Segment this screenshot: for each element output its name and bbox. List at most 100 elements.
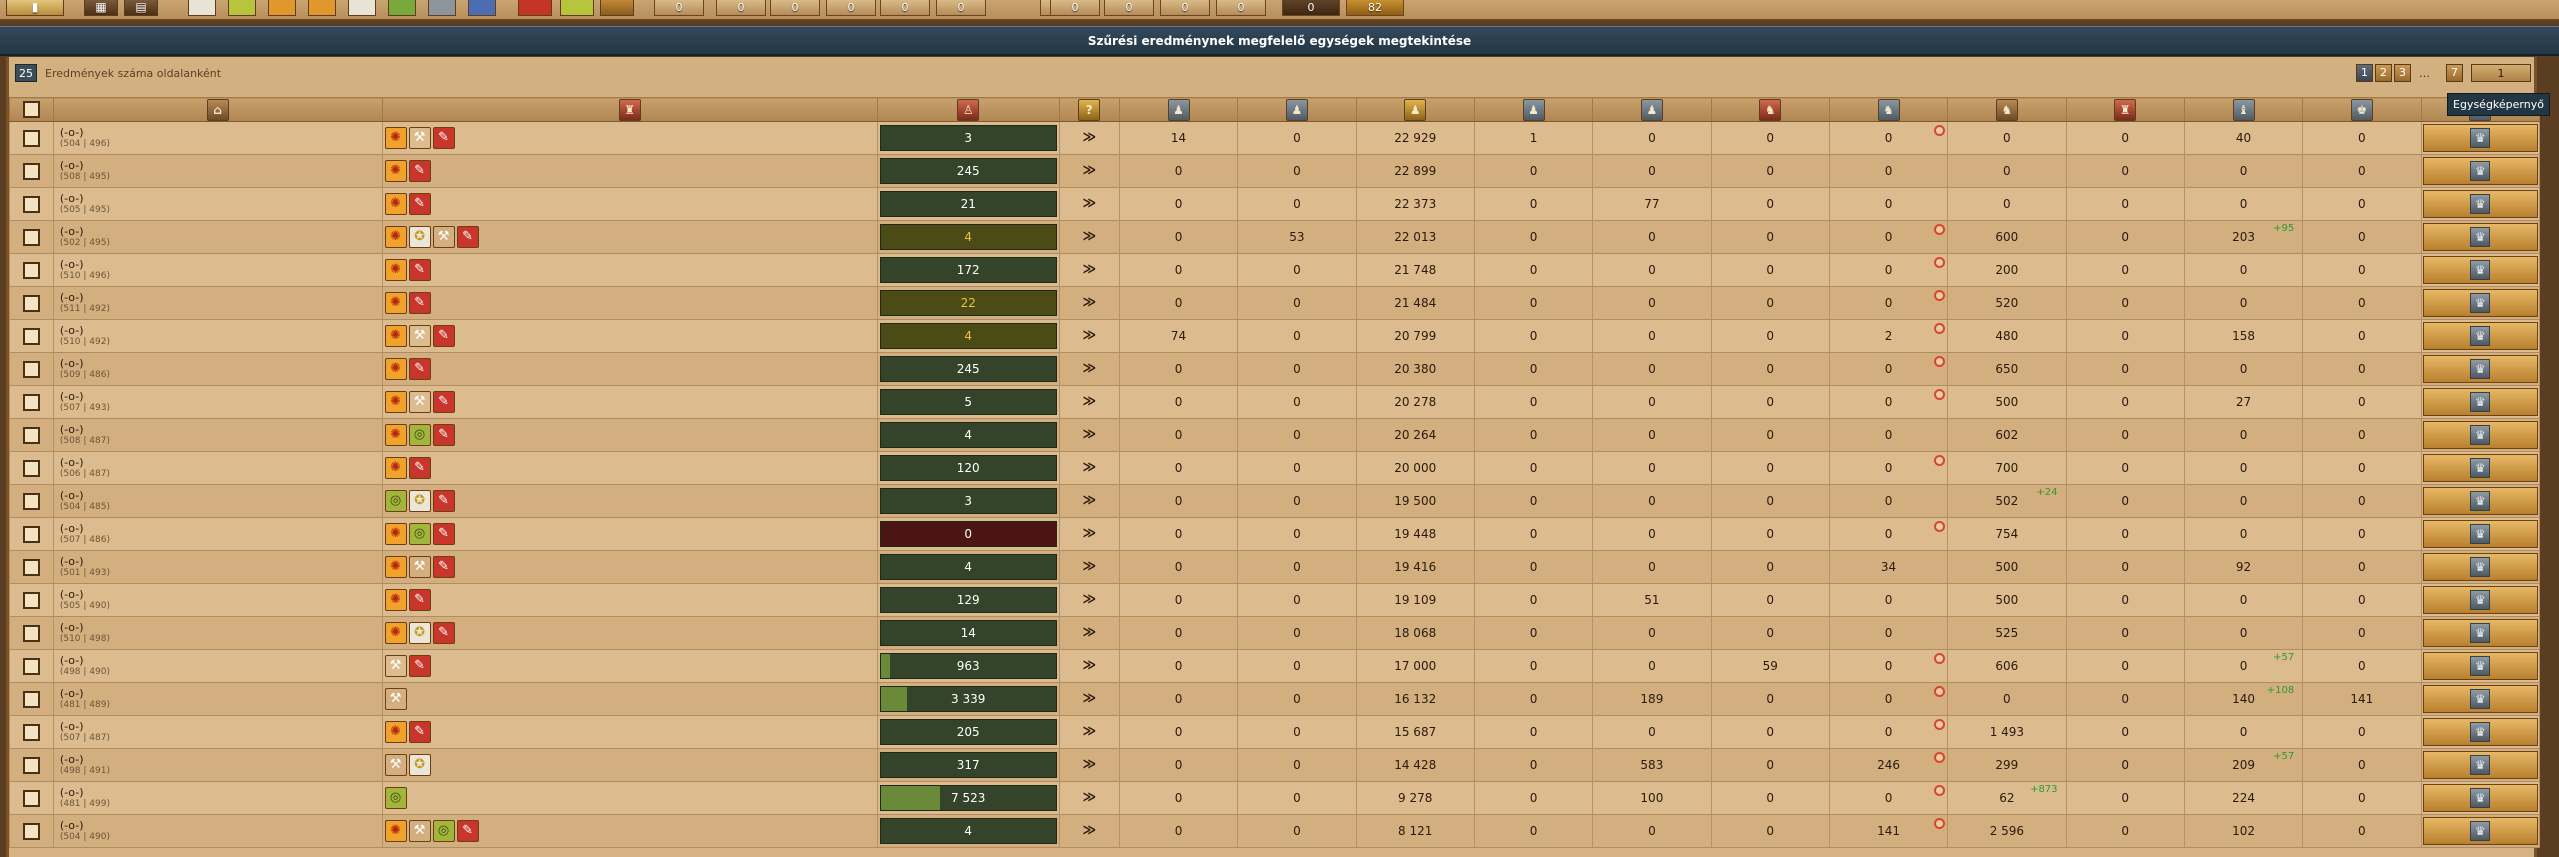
village-name[interactable]: (-o-) [60,820,382,832]
village-name[interactable]: (-o-) [60,688,382,700]
row-select-cell[interactable] [9,550,54,584]
unit-screen-button[interactable]: ♛ [2422,454,2538,482]
row-checkbox[interactable] [22,294,40,312]
unit-screen-button[interactable]: ♛ [2422,784,2538,812]
header-ram[interactable]: ♜ [2065,97,2185,122]
village-name[interactable]: (-o-) [60,622,382,634]
filter-view-grid-button[interactable]: ▦ [84,0,118,16]
select-all-checkbox[interactable] [22,101,40,118]
village-cell[interactable]: (-o-) (508 | 495) [52,154,383,188]
row-checkbox[interactable] [22,492,40,510]
row-select-cell[interactable] [9,352,54,386]
village-name[interactable]: (-o-) [60,325,382,337]
village-name[interactable]: (-o-) [60,457,382,469]
row-select-cell[interactable] [9,418,54,452]
row-checkbox[interactable] [22,162,40,180]
village-name[interactable]: (-o-) [60,490,382,502]
filter-value-axe[interactable]: 0 [770,0,820,16]
unit-screen-button[interactable]: ♛ [2422,157,2538,185]
filter-value-archer[interactable]: 0 [826,0,876,16]
row-select-cell[interactable] [9,649,54,683]
row-checkbox[interactable] [22,822,40,840]
header-catapult[interactable]: ♝ [2183,97,2304,122]
filter-green-button[interactable] [388,0,416,16]
row-select-cell[interactable] [9,187,54,221]
header-spear[interactable]: ♟ [1118,97,1239,122]
row-checkbox[interactable] [22,393,40,411]
village-cell[interactable]: (-o-) (510 | 492) [52,319,383,353]
row-select-cell[interactable] [9,319,54,353]
row-checkbox[interactable] [22,789,40,807]
header-spy[interactable]: ♟ [1592,97,1712,122]
village-name[interactable]: (-o-) [60,160,382,172]
page-number-input[interactable] [2471,64,2531,82]
filter-value-spy[interactable]: 0 [880,0,930,16]
row-select-cell[interactable] [9,286,54,320]
row-checkbox[interactable] [22,723,40,741]
row-checkbox[interactable] [22,756,40,774]
village-cell[interactable]: (-o-) (510 | 496) [52,253,383,287]
village-cell[interactable]: (-o-) (507 | 493) [52,385,383,419]
row-select-cell[interactable] [9,583,54,617]
village-cell[interactable]: (-o-) (509 | 486) [52,352,383,386]
filter-lime-button[interactable] [228,0,256,16]
village-cell[interactable]: (-o-) (506 | 487) [52,451,383,485]
village-cell[interactable]: (-o-) (510 | 498) [52,616,383,650]
village-name[interactable]: (-o-) [60,259,382,271]
unit-screen-button[interactable]: ♛ [2422,355,2538,383]
header-population[interactable]: ♙ [876,97,1060,122]
unit-screen-button[interactable]: ♛ [2422,553,2538,581]
header-axe[interactable]: ♟ [1355,97,1475,122]
unit-screen-button[interactable]: ♛ [2422,124,2538,152]
filter-value-sword[interactable]: 0 [716,0,766,16]
row-select-cell[interactable] [9,616,54,650]
village-name[interactable]: (-o-) [60,226,382,238]
filter-white-button[interactable] [188,0,216,16]
unit-screen-button[interactable]: ♛ [2422,223,2538,251]
header-rank[interactable]: ? [1058,97,1120,122]
header-archer[interactable]: ♟ [1473,97,1594,122]
row-select-cell[interactable] [9,814,54,848]
row-select-cell[interactable] [9,682,54,716]
page-button-2[interactable]: 2 [2375,64,2392,82]
header-select-all[interactable] [9,97,54,122]
filter-lime2-button[interactable] [560,0,594,16]
header-light[interactable]: ♞ [1710,97,1830,122]
village-name[interactable]: (-o-) [60,787,382,799]
row-checkbox[interactable] [22,327,40,345]
village-name[interactable]: (-o-) [60,193,382,205]
per-page-select[interactable]: 25 [15,64,37,82]
village-cell[interactable]: (-o-) (504 | 490) [52,814,383,848]
filter-gold-button[interactable] [600,0,634,16]
filter-steel-button[interactable] [428,0,456,16]
header-marcher[interactable]: ♞ [1828,97,1949,122]
filter-toggle-button[interactable]: ▮ [6,0,64,16]
filter-orange2-button[interactable] [308,0,336,16]
row-checkbox[interactable] [22,360,40,378]
unit-screen-button[interactable]: ♛ [2422,685,2538,713]
row-select-cell[interactable] [9,154,54,188]
row-checkbox[interactable] [22,690,40,708]
row-select-cell[interactable] [9,484,54,518]
row-select-cell[interactable] [9,253,54,287]
village-cell[interactable]: (-o-) (511 | 492) [52,286,383,320]
filter-orange-button[interactable] [268,0,296,16]
filter-view-list-button[interactable]: ▤ [124,0,158,16]
village-cell[interactable]: (-o-) (498 | 491) [52,748,383,782]
village-name[interactable]: (-o-) [60,127,382,139]
unit-screen-button[interactable]: ♛ [2422,718,2538,746]
village-cell[interactable]: (-o-) (508 | 487) [52,418,383,452]
row-select-cell[interactable] [9,220,54,254]
row-checkbox[interactable] [22,459,40,477]
village-cell[interactable]: (-o-) (502 | 495) [52,220,383,254]
village-cell[interactable]: (-o-) (507 | 486) [52,517,383,551]
village-cell[interactable]: (-o-) (498 | 490) [52,649,383,683]
village-cell[interactable]: (-o-) (507 | 487) [52,715,383,749]
village-name[interactable]: (-o-) [60,424,382,436]
village-name[interactable]: (-o-) [60,358,382,370]
village-name[interactable]: (-o-) [60,721,382,733]
unit-screen-button[interactable]: ♛ [2422,520,2538,548]
filter-red-button[interactable] [518,0,552,16]
unit-screen-button[interactable]: ♛ [2422,388,2538,416]
unit-screen-button[interactable]: ♛ [2422,256,2538,284]
